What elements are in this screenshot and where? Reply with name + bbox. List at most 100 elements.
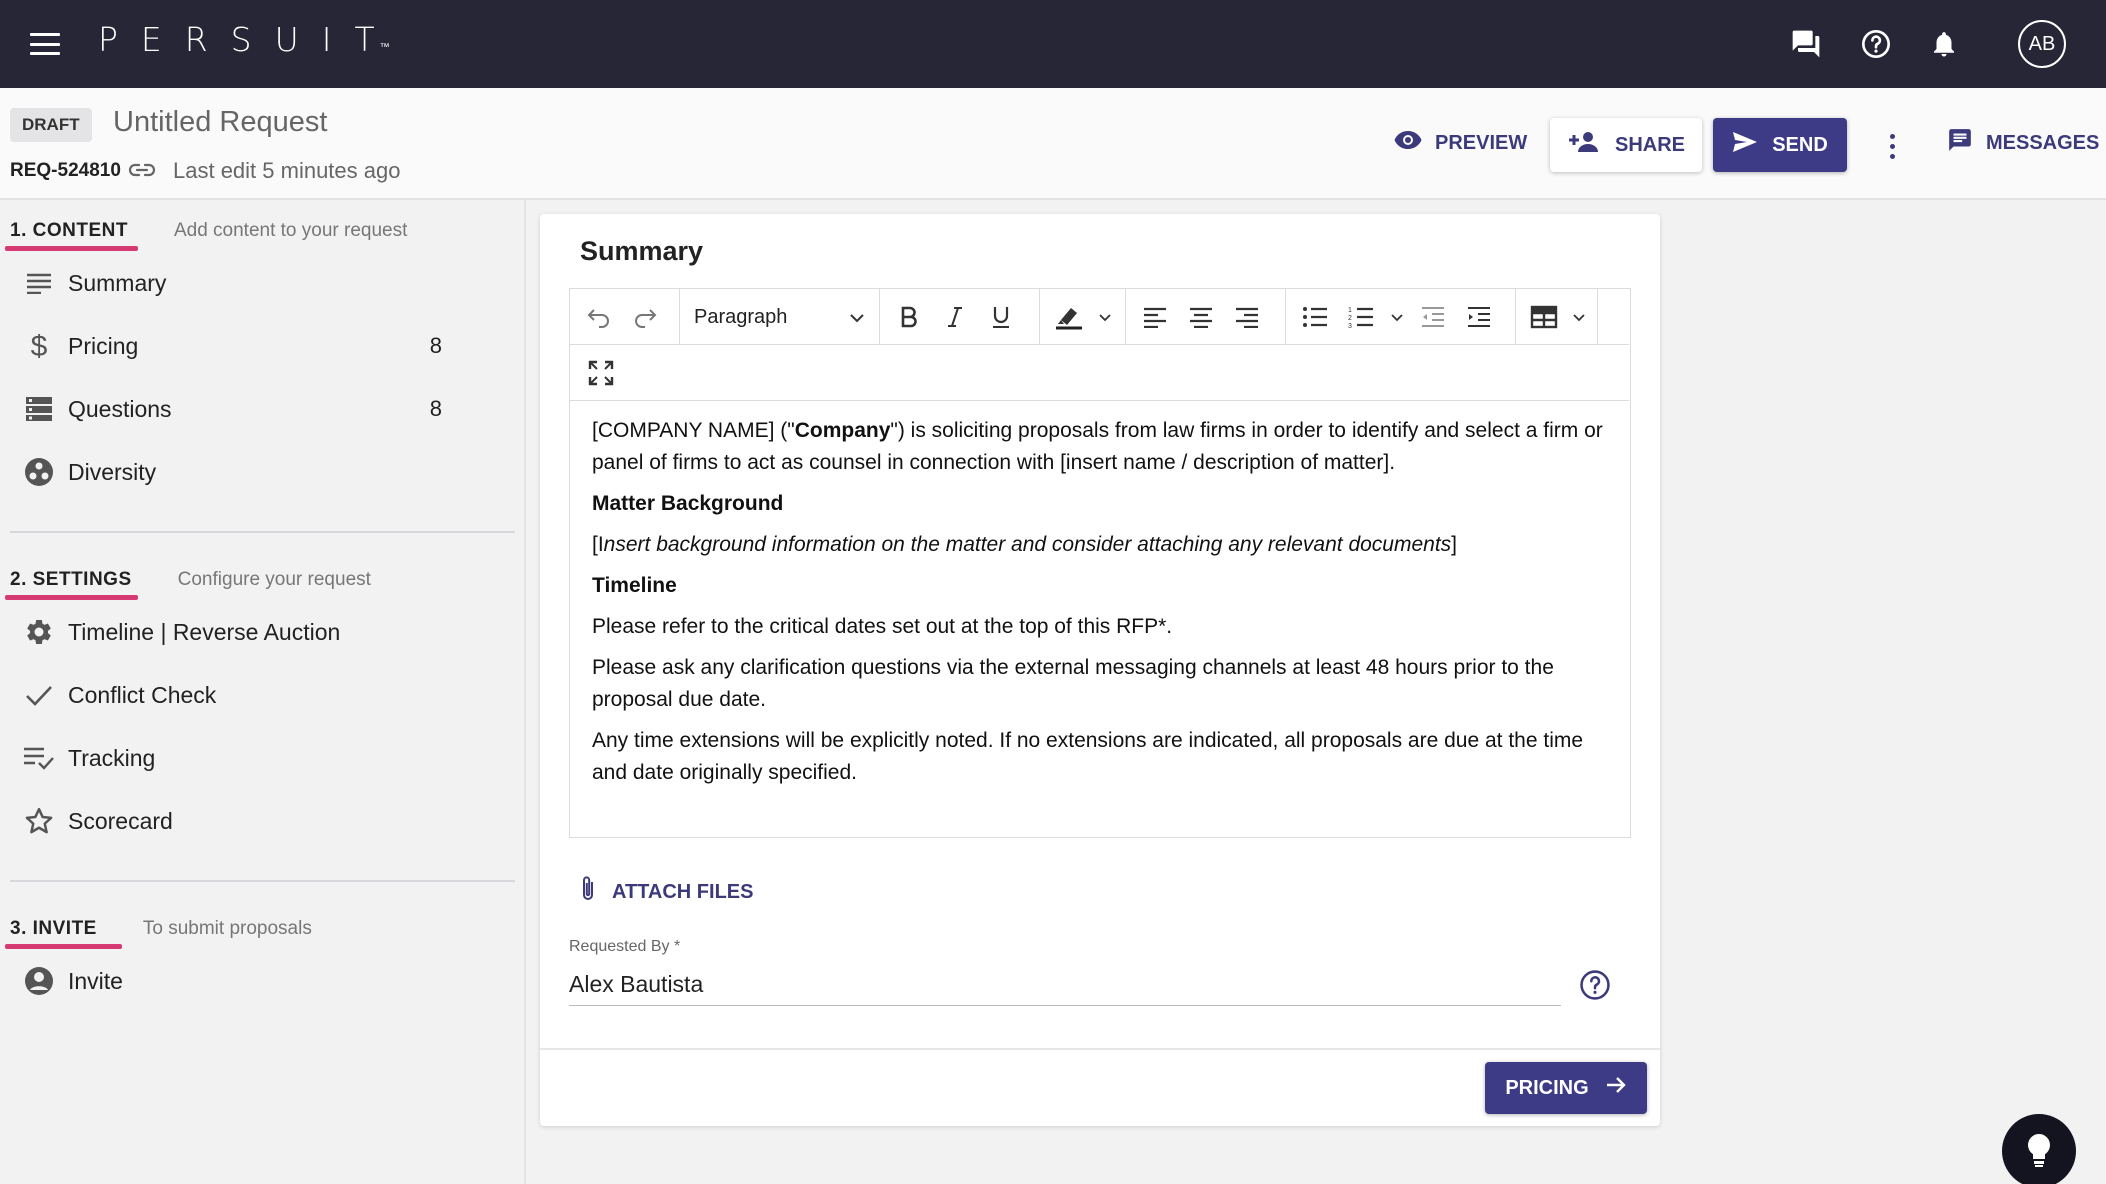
menu-icon[interactable]	[28, 30, 62, 58]
attach-files-button[interactable]: ATTACH FILES	[580, 872, 753, 912]
help-circle-icon[interactable]	[1854, 22, 1898, 66]
message-icon	[1946, 127, 1974, 159]
section-invite-desc: To submit proposals	[142, 918, 312, 939]
request-id: REQ-524810	[10, 160, 121, 181]
svg-text:1: 1	[1348, 307, 1352, 314]
sidebar: 1. CONTENT Add content to your request S…	[0, 200, 526, 1184]
request-header: DRAFT Untitled Request REQ-524810 Last e…	[0, 88, 2106, 200]
questions-list-icon	[22, 392, 56, 426]
chevron-down-icon[interactable]	[1386, 296, 1408, 338]
top-bar: PERSUIT™ AB	[0, 0, 2106, 88]
redo-icon[interactable]	[624, 296, 666, 338]
section-content-underline	[5, 246, 138, 251]
editor-toolbar: Paragraph 1 2 3	[570, 289, 1629, 345]
paragraph: [Insert background information on the ma…	[592, 533, 1458, 556]
sidebar-item-diversity[interactable]: Diversity	[22, 446, 462, 498]
section-invite-title: 3. INVITE	[10, 918, 97, 939]
svg-text:$: $	[31, 330, 48, 362]
editor-content[interactable]: [COMPANY NAME] ("Company") is soliciting…	[570, 401, 1629, 837]
send-icon	[1732, 130, 1758, 160]
section-settings-underline	[5, 595, 138, 600]
persuit-logo[interactable]: PERSUIT™	[98, 16, 390, 64]
requested-by-input[interactable]: Alex Bautista	[569, 966, 1561, 1006]
table-icon[interactable]	[1524, 296, 1564, 338]
sidebar-item-tracking[interactable]: Tracking	[22, 732, 462, 784]
sidebar-item-summary[interactable]: Summary	[22, 257, 462, 309]
messages-button[interactable]: MESSAGES	[1946, 121, 2099, 165]
block-format-select[interactable]: Paragraph	[688, 296, 871, 338]
eye-icon	[1393, 129, 1423, 157]
chevron-down-icon[interactable]	[1094, 296, 1116, 338]
svg-text:3: 3	[1348, 323, 1352, 329]
rich-text-editor: Paragraph 1 2 3 [COMPANY NAME] ("Company…	[569, 288, 1631, 838]
paragraph: [COMPANY NAME] ("Company") is soliciting…	[592, 419, 1603, 474]
sidebar-divider	[10, 531, 515, 533]
user-avatar[interactable]: AB	[2018, 20, 2066, 68]
status-badge: DRAFT	[10, 108, 92, 142]
sidebar-item-scorecard[interactable]: Scorecard	[22, 795, 462, 847]
card-footer-divider	[540, 1048, 1660, 1050]
align-right-icon[interactable]	[1226, 296, 1268, 338]
paragraph: Please ask any clarification questions v…	[592, 656, 1554, 711]
bell-icon[interactable]	[1922, 22, 1966, 66]
check-icon	[22, 678, 56, 712]
more-options-icon[interactable]	[1877, 124, 1907, 168]
card-title: Summary	[580, 236, 704, 266]
outdent-icon[interactable]	[1412, 296, 1454, 338]
section-settings-title: 2. SETTINGS	[10, 569, 132, 590]
sidebar-item-timeline[interactable]: Timeline | Reverse Auction	[22, 606, 462, 658]
tracking-list-icon	[22, 741, 56, 775]
section-settings-desc: Configure your request	[177, 569, 371, 590]
align-center-icon[interactable]	[1180, 296, 1222, 338]
paragraph: Any time extensions will be explicitly n…	[592, 729, 1584, 784]
paragraph: Please refer to the critical dates set o…	[592, 615, 1173, 638]
sidebar-item-conflict-check[interactable]: Conflict Check	[22, 669, 462, 721]
chat-icon[interactable]	[1784, 22, 1828, 66]
bullet-list-icon[interactable]	[1294, 296, 1336, 338]
section-invite-underline	[5, 944, 122, 949]
section-settings-header[interactable]: 2. SETTINGS Configure your request	[10, 569, 371, 591]
diversity-icon	[22, 455, 56, 489]
arrow-right-icon	[1605, 1075, 1627, 1101]
numbered-list-icon[interactable]: 123	[1340, 296, 1382, 338]
share-button[interactable]: SHARE	[1550, 118, 1702, 172]
highlighter-icon[interactable]	[1048, 296, 1090, 338]
sidebar-item-questions[interactable]: Questions 8	[22, 383, 462, 435]
summary-lines-icon	[22, 266, 56, 300]
preview-button[interactable]: PREVIEW	[1393, 121, 1527, 165]
sidebar-divider	[10, 880, 515, 882]
sidebar-item-invite[interactable]: Invite	[22, 955, 462, 1007]
pricing-next-button[interactable]: PRICING	[1485, 1062, 1647, 1114]
account-circle-icon	[22, 964, 56, 998]
chevron-down-icon[interactable]	[1568, 296, 1589, 338]
align-left-icon[interactable]	[1134, 296, 1176, 338]
requested-by-label: Requested By *	[569, 938, 681, 955]
fullscreen-icon[interactable]	[580, 352, 622, 394]
last-edit-text: Last edit 5 minutes ago	[173, 158, 401, 183]
add-people-icon	[1567, 130, 1603, 160]
request-title[interactable]: Untitled Request	[113, 106, 327, 139]
link-icon[interactable]	[128, 159, 156, 181]
underline-icon[interactable]	[980, 296, 1022, 338]
lightbulb-icon[interactable]	[2002, 1114, 2076, 1184]
sidebar-item-pricing[interactable]: $ Pricing 8	[22, 320, 462, 372]
section-content-header[interactable]: 1. CONTENT Add content to your request	[10, 220, 407, 242]
italic-icon[interactable]	[934, 296, 976, 338]
bold-icon[interactable]	[888, 296, 930, 338]
section-content-desc: Add content to your request	[173, 220, 408, 241]
help-icon[interactable]	[1578, 968, 1612, 1002]
star-icon	[22, 804, 56, 838]
summary-card: Summary Paragraph 1 2 3 [COMPANY NAME] (…	[540, 214, 1660, 1126]
chevron-down-icon	[849, 306, 865, 329]
indent-icon[interactable]	[1458, 296, 1500, 338]
undo-icon[interactable]	[578, 296, 620, 338]
editor-toolbar-row-2	[570, 345, 1629, 401]
gear-icon	[22, 615, 56, 649]
heading-timeline: Timeline	[592, 574, 677, 597]
paperclip-icon	[580, 875, 596, 909]
send-button[interactable]: SEND	[1713, 118, 1847, 172]
svg-text:2: 2	[1348, 315, 1352, 322]
section-invite-header[interactable]: 3. INVITE To submit proposals	[10, 918, 312, 940]
section-content-title: 1. CONTENT	[10, 220, 128, 241]
dollar-icon: $	[22, 329, 56, 363]
